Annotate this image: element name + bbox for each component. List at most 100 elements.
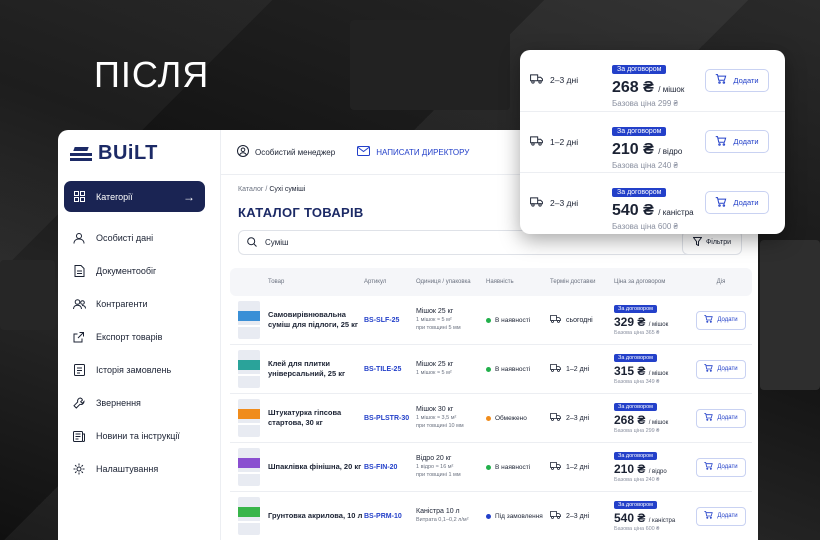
personal-manager-link[interactable]: Особистий менеджер xyxy=(237,145,335,159)
base-price: Базова ціна 240 ₴ xyxy=(614,476,660,483)
product-name[interactable]: Штукатурка гіпсова стартова, 30 кг xyxy=(268,408,364,428)
sidebar-item-order-history[interactable]: Історія замовлень xyxy=(64,353,205,386)
base-price: Базова ціна 600 ₴ xyxy=(612,222,678,231)
add-to-cart-button[interactable]: Додати xyxy=(705,68,769,92)
product-name[interactable]: Шпаклівка фінішна, 20 кг xyxy=(268,462,364,472)
background-block xyxy=(760,240,820,390)
column-header: Товар xyxy=(268,279,285,285)
column-header: Одиниця / упаковка xyxy=(416,279,471,285)
add-to-cart-button[interactable]: Додати xyxy=(705,130,769,153)
cart-icon xyxy=(704,315,714,325)
cart-icon xyxy=(715,74,727,86)
sidebar-item-label: Новини та інструкції xyxy=(96,430,180,441)
sidebar-item-label: Особисті дані xyxy=(96,232,154,243)
add-to-cart-button[interactable]: Додати xyxy=(696,457,746,477)
delivery-time: 1–2 дні xyxy=(530,135,578,148)
filter-icon xyxy=(692,237,703,248)
unit-package: Каністра 10 л xyxy=(416,507,460,515)
sidebar-item-categories[interactable]: Категорії → xyxy=(64,181,205,212)
product-image xyxy=(238,399,260,437)
card-row: 2–3 дні За договором 268 ₴ / мішок Базов… xyxy=(520,50,785,110)
filters-label: Фільтри xyxy=(705,239,732,246)
delivery-time: 2–3 дні xyxy=(550,511,614,521)
write-director-label: НАПИСАТИ ДИРЕКТОРУ xyxy=(376,147,470,157)
card-row: 1–2 дні За договором 210 ₴ / відро Базов… xyxy=(520,111,785,171)
cart-icon xyxy=(704,413,714,423)
add-to-cart-button[interactable]: Додати xyxy=(705,191,769,214)
stock-status: В наявності xyxy=(486,317,550,324)
users-icon xyxy=(72,297,86,311)
table-row[interactable]: Грунтовка акрилова, 10 л BS-PRM-10 Каніс… xyxy=(230,492,752,540)
brand-logo[interactable]: BUiLT xyxy=(70,142,158,165)
truck-icon xyxy=(550,462,561,472)
sidebar-item-label: Звернення xyxy=(96,397,141,408)
table-header: Товар Артикул Одиниця / упаковка Наявніс… xyxy=(230,268,752,296)
product-name[interactable]: Самовирівнювальна суміш для підлоги, 25 … xyxy=(268,310,364,330)
product-image xyxy=(238,301,260,339)
product-article[interactable]: BS-TILE-25 xyxy=(364,366,401,373)
document-icon xyxy=(72,264,86,278)
write-director-link[interactable]: НАПИСАТИ ДИРЕКТОРУ xyxy=(357,146,469,158)
truck-icon xyxy=(530,74,543,86)
sidebar-item-export[interactable]: Експорт товарів xyxy=(64,320,205,353)
delivery-price-card: 2–3 дні За договором 268 ₴ / мішок Базов… xyxy=(520,50,785,234)
contract-badge: За договором xyxy=(614,451,657,460)
contract-price: 268 ₴ / мішок xyxy=(614,412,669,427)
product-image xyxy=(238,350,260,388)
sidebar-item-news[interactable]: Новини та інструкції xyxy=(64,419,205,452)
base-price: Базова ціна 349 ₴ xyxy=(614,378,660,385)
base-price: Базова ціна 299 ₴ xyxy=(612,99,678,108)
cart-icon xyxy=(715,196,727,209)
product-article[interactable]: BS-PRM-10 xyxy=(364,513,402,520)
sidebar-item-personal-data[interactable]: Особисті дані xyxy=(64,221,205,254)
unit-package: Мішок 30 кг xyxy=(416,406,454,414)
breadcrumb-root[interactable]: Каталог xyxy=(238,186,263,193)
contract-price: 329 ₴ / мішок xyxy=(614,314,669,329)
add-to-cart-button[interactable]: Додати xyxy=(696,310,746,330)
add-to-cart-button[interactable]: Додати xyxy=(696,408,746,428)
delivery-time: 2–3 дні xyxy=(550,413,614,423)
product-name[interactable]: Клей для плитки універсальний, 25 кг xyxy=(268,359,364,379)
table-row[interactable]: Шпаклівка фінішна, 20 кг BS-FIN-20 Відро… xyxy=(230,443,752,492)
unit-package: Відро 20 кг xyxy=(416,455,452,463)
breadcrumb-current: Сухі суміші xyxy=(269,186,306,193)
unit-note: при товщині 10 мм xyxy=(416,422,464,429)
stock-status: Обмежено xyxy=(486,415,550,422)
product-name[interactable]: Грунтовка акрилова, 10 л xyxy=(268,511,364,521)
status-dot xyxy=(486,464,491,470)
sidebar-item-label: Категорії xyxy=(96,191,133,202)
sidebar: BUiLT Категорії → Особисті дані Документ… xyxy=(58,130,221,540)
product-article[interactable]: BS-FIN-20 xyxy=(364,464,397,471)
personal-manager-label: Особистий менеджер xyxy=(255,147,336,157)
sidebar-item-requests[interactable]: Звернення xyxy=(64,386,205,419)
add-to-cart-button[interactable]: Додати xyxy=(696,359,746,379)
unit-note: 1 мішок ≈ 3,5 м² xyxy=(416,415,457,422)
sidebar-item-settings[interactable]: Налаштування xyxy=(64,452,205,485)
table-row[interactable]: Самовирівнювальна суміш для підлоги, 25 … xyxy=(230,296,752,345)
column-header: Дія xyxy=(716,279,726,285)
wrench-icon xyxy=(72,396,86,410)
background-block xyxy=(0,260,55,330)
contract-price: 210 ₴ / відро xyxy=(612,141,683,158)
add-to-cart-button[interactable]: Додати xyxy=(696,506,746,526)
grid-icon xyxy=(72,190,86,204)
logo-icon xyxy=(70,145,92,163)
sidebar-item-contractors[interactable]: Контрагенти xyxy=(64,287,205,320)
table-row[interactable]: Штукатурка гіпсова стартова, 30 кг BS-PL… xyxy=(230,394,752,443)
status-dot xyxy=(486,366,491,372)
background-block xyxy=(350,20,510,110)
base-price: Базова ціна 299 ₴ xyxy=(614,427,660,434)
truck-icon xyxy=(550,511,561,521)
product-article[interactable]: BS-PLSTR-30 xyxy=(364,415,409,422)
product-article[interactable]: BS-SLF-25 xyxy=(364,317,399,324)
table-row[interactable]: Клей для плитки універсальний, 25 кг BS-… xyxy=(230,345,752,394)
cart-icon xyxy=(704,364,714,374)
sidebar-item-documents[interactable]: Документообіг xyxy=(64,254,205,287)
product-image xyxy=(238,448,260,486)
truck-icon xyxy=(550,413,561,423)
delivery-time: 2–3 дні xyxy=(530,196,578,209)
arrow-right-icon: → xyxy=(183,189,195,204)
unit-note: 1 відро ≈ 16 м² xyxy=(416,464,454,471)
status-dot xyxy=(486,317,491,323)
brand-name: BUiLT xyxy=(98,142,158,164)
